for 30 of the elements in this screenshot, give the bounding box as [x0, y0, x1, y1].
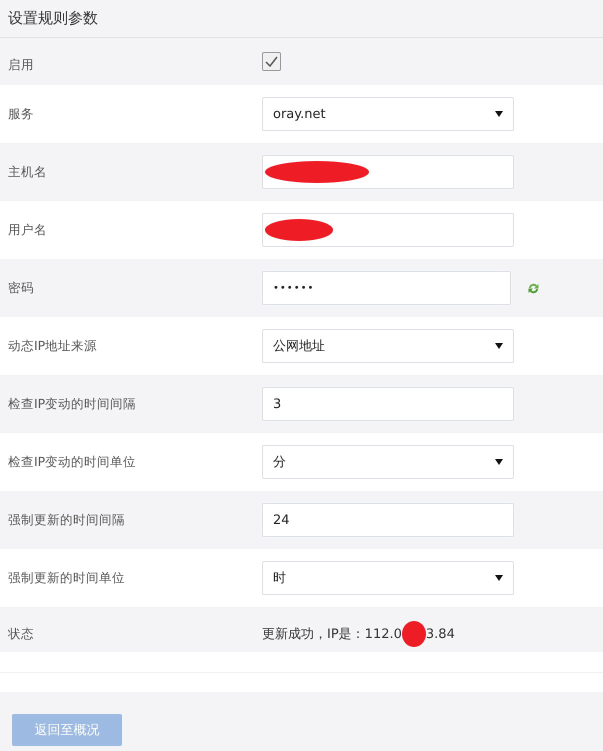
- field-label: 动态IP地址来源: [8, 338, 98, 353]
- field-label: 服务: [8, 106, 34, 121]
- field-label: 状态: [8, 626, 34, 641]
- input-field[interactable]: 24: [262, 503, 514, 537]
- refresh-icon[interactable]: [527, 282, 540, 294]
- page-title: 设置规则参数: [8, 9, 98, 28]
- status-text: 3.84: [426, 626, 455, 642]
- select-field[interactable]: 时: [262, 561, 514, 595]
- dropdown-caret-icon: [495, 343, 503, 349]
- field-label: 启用: [8, 57, 34, 72]
- checkmark-icon: [265, 56, 278, 67]
- input-field[interactable]: 3: [262, 387, 514, 421]
- input-field[interactable]: [262, 155, 514, 189]
- select-field[interactable]: oray.net: [262, 97, 514, 131]
- dropdown-caret-icon: [495, 575, 503, 581]
- field-label: 密码: [8, 280, 34, 295]
- dropdown-caret-icon: [495, 459, 503, 465]
- field-label: 强制更新的时间间隔: [8, 512, 125, 527]
- status-text: 更新成功，IP是：112.0: [262, 626, 402, 643]
- field-label: 强制更新的时间单位: [8, 570, 125, 585]
- field-label: 检查IP变动的时间单位: [8, 454, 136, 469]
- select-field[interactable]: 分: [262, 445, 514, 479]
- field-label: 主机名: [8, 164, 47, 179]
- password-field[interactable]: ••••••: [262, 271, 511, 305]
- select-field[interactable]: 公网地址: [262, 329, 514, 363]
- input-field[interactable]: [262, 213, 514, 247]
- dropdown-caret-icon: [495, 111, 503, 117]
- field-label: 检查IP变动的时间间隔: [8, 396, 136, 411]
- field-label: 用户名: [8, 222, 47, 237]
- checkbox[interactable]: [262, 52, 281, 71]
